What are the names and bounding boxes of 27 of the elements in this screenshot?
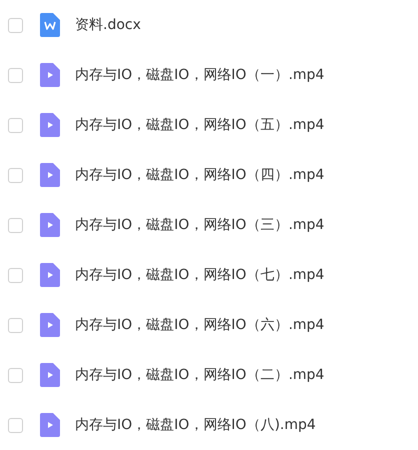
video-file-icon: [40, 263, 60, 287]
file-name[interactable]: 内存与IO，磁盘IO，网络IO（四）.mp4: [75, 164, 324, 186]
video-file-icon: [40, 363, 60, 387]
file-name[interactable]: 内存与IO，磁盘IO，网络IO（六）.mp4: [75, 314, 324, 336]
checkbox[interactable]: [8, 368, 23, 382]
checkbox[interactable]: [8, 268, 23, 282]
video-file-icon: [40, 163, 60, 187]
checkbox[interactable]: [8, 118, 23, 132]
video-file-icon: [40, 413, 60, 437]
checkbox[interactable]: [8, 218, 23, 232]
file-name[interactable]: 内存与IO，磁盘IO，网络IO（七）.mp4: [75, 264, 324, 286]
checkbox[interactable]: [8, 318, 23, 332]
file-name[interactable]: 内存与IO，磁盘IO，网络IO（八).mp4: [75, 414, 316, 436]
video-file-icon: [40, 313, 60, 337]
video-file-icon: [40, 113, 60, 137]
file-name[interactable]: 内存与IO，磁盘IO，网络IO（三）.mp4: [75, 214, 324, 236]
file-name[interactable]: 内存与IO，磁盘IO，网络IO（五）.mp4: [75, 114, 324, 136]
file-name[interactable]: 内存与IO，磁盘IO，网络IO（一）.mp4: [75, 64, 324, 86]
checkbox[interactable]: [8, 68, 23, 82]
checkbox[interactable]: [8, 168, 23, 182]
checkbox[interactable]: [8, 18, 23, 32]
video-file-icon: [40, 213, 60, 237]
document-icon: [40, 13, 60, 37]
file-name[interactable]: 资料.docx: [75, 14, 141, 36]
video-file-icon: [40, 63, 60, 87]
file-name[interactable]: 内存与IO，磁盘IO，网络IO（二）.mp4: [75, 364, 324, 386]
checkbox[interactable]: [8, 418, 23, 432]
